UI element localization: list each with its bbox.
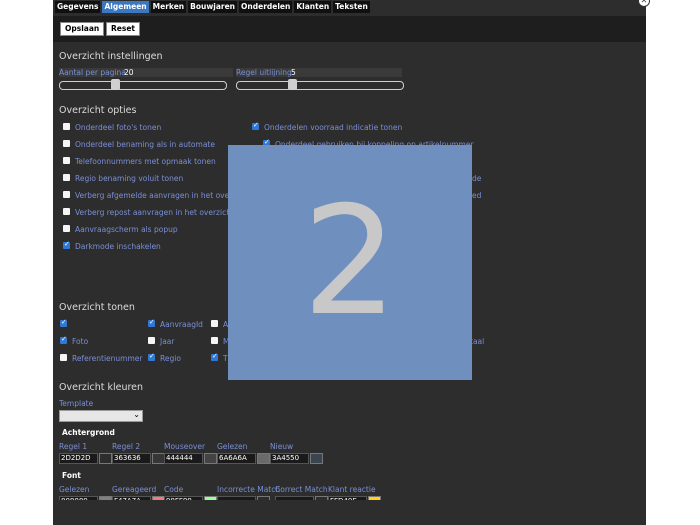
font-label-2: Gereageerd — [112, 485, 157, 494]
tonen-label-foto: Foto — [72, 337, 89, 346]
option-label-3: Telefoonnummers met opmaak tonen — [75, 157, 216, 166]
option-label-5: Verberg afgemelde aanvragen in het overz… — [75, 191, 239, 200]
bg-input-2[interactable]: 363636 — [112, 453, 151, 464]
checkbox-tonen-all[interactable] — [60, 318, 67, 327]
tab-gegevens[interactable]: Gegevens — [55, 1, 101, 13]
per-page-slider[interactable] — [59, 79, 227, 90]
bg-label-1: Regel 1 — [59, 442, 88, 451]
option-label-1: Onderdeel foto's tonen — [75, 123, 162, 132]
checkbox-option-6[interactable] — [63, 208, 70, 215]
option-label-4: Regio benaming voluit tonen — [75, 174, 184, 183]
indent-slider-thumb[interactable] — [288, 79, 297, 90]
checkbox-option-3[interactable] — [63, 157, 70, 164]
bg-swatch-5[interactable] — [310, 453, 323, 464]
tonen-label-referentienummer: Referentienummer — [72, 354, 143, 363]
reset-button[interactable]: Reset — [106, 22, 140, 36]
checkbox-aanvraagid[interactable] — [148, 318, 155, 327]
tab-algemeen[interactable]: Algemeen — [102, 1, 149, 13]
option-label-cut-1: de — [472, 174, 482, 183]
tonen-label-aanvraagid: AanvraagId — [160, 320, 203, 329]
bottom-cutoff — [53, 500, 646, 525]
tonen-label-t: T — [223, 354, 228, 363]
checkbox-option-2[interactable] — [63, 140, 70, 147]
indent-label: Regel uitlijning — [236, 68, 292, 77]
checkbox-voorraad[interactable] — [252, 121, 259, 130]
tab-bar: Gegevens Algemeen Merken Bouwjaren Onder… — [55, 1, 372, 15]
checkbox-tonen-a[interactable] — [211, 320, 218, 327]
background-title: Achtergrond — [62, 428, 115, 437]
bg-input-4[interactable]: 6A6A6A — [217, 453, 256, 464]
option-label-darkmode: Darkmode inschakelen — [75, 242, 161, 251]
checkbox-option-1[interactable] — [63, 123, 70, 130]
option-label-cut-2: ed — [472, 191, 482, 200]
checkbox-jaar[interactable] — [148, 337, 155, 344]
template-select[interactable]: ⌄ — [59, 410, 143, 422]
bg-swatch-1[interactable] — [99, 453, 112, 464]
tab-teksten[interactable]: Teksten — [333, 1, 370, 13]
checkbox-tonen-m[interactable] — [211, 337, 218, 344]
tonen-label-cut: taal — [470, 337, 485, 346]
bg-input-3[interactable]: 444444 — [164, 453, 203, 464]
save-button[interactable]: Opslaan — [60, 22, 105, 36]
bg-swatch-4[interactable] — [257, 453, 270, 464]
bg-input-5[interactable]: 3A4550 — [270, 453, 309, 464]
checkbox-tonen-t[interactable] — [211, 352, 218, 361]
bg-label-3: Mouseover — [164, 442, 206, 451]
checkbox-regio[interactable] — [148, 352, 155, 361]
bg-label-5: Nieuw — [270, 442, 294, 451]
font-label-3: Code — [164, 485, 184, 494]
tab-klanten[interactable]: Klanten — [294, 1, 332, 13]
bg-label-2: Regel 2 — [112, 442, 141, 451]
option-label-7: Aanvraagscherm als popup — [75, 225, 178, 234]
indent-value: 5 — [291, 68, 296, 77]
chevron-down-icon: ⌄ — [133, 410, 140, 419]
checkbox-referentienummer[interactable] — [60, 354, 67, 361]
tab-onderdelen[interactable]: Onderdelen — [239, 1, 293, 13]
close-icon[interactable]: ✕ — [638, 0, 650, 7]
tab-bouwjaren[interactable]: Bouwjaren — [188, 1, 238, 13]
bg-swatch-3[interactable] — [204, 453, 217, 464]
checkbox-foto[interactable] — [60, 335, 67, 344]
toolbar: Opslaan Reset — [53, 16, 646, 42]
option-label-voorraad: Onderdelen voorraad indicatie tonen — [264, 123, 403, 132]
checkbox-option-5[interactable] — [63, 191, 70, 198]
settings-title: Overzicht instellingen — [59, 51, 163, 62]
tonen-label-jaar: Jaar — [160, 337, 175, 346]
font-label-5: Correct Match — [275, 485, 328, 494]
per-page-label: Aantal per pagina — [59, 68, 126, 77]
font-title: Font — [62, 471, 81, 480]
overlay-number: 2 — [302, 175, 398, 349]
per-page-value: 20 — [124, 68, 134, 77]
tab-merken[interactable]: Merken — [150, 1, 187, 13]
font-label-6: Klant reactie — [328, 485, 376, 494]
colors-title: Overzicht kleuren — [59, 382, 144, 393]
bg-label-4: Gelezen — [217, 442, 248, 451]
checkbox-darkmode[interactable] — [63, 240, 70, 249]
font-label-1: Gelezen — [59, 485, 90, 494]
checkbox-option-7[interactable] — [63, 225, 70, 232]
checkbox-option-4[interactable] — [63, 174, 70, 181]
per-page-slider-thumb[interactable] — [111, 79, 120, 90]
template-label: Template — [59, 399, 94, 408]
options-title: Overzicht opties — [59, 105, 137, 116]
tonen-title: Overzicht tonen — [59, 302, 135, 313]
tonen-label-regio: Regio — [160, 354, 181, 363]
number-overlay: 2 — [228, 145, 472, 380]
option-label-2: Onderdeel benaming als in automate — [75, 140, 215, 149]
option-label-6: Verberg repost aanvragen in het overzich… — [75, 208, 234, 217]
font-label-4: Incorrecte Match — [217, 485, 281, 494]
indent-slider[interactable] — [236, 79, 404, 90]
bg-input-1[interactable]: 2D2D2D — [59, 453, 98, 464]
